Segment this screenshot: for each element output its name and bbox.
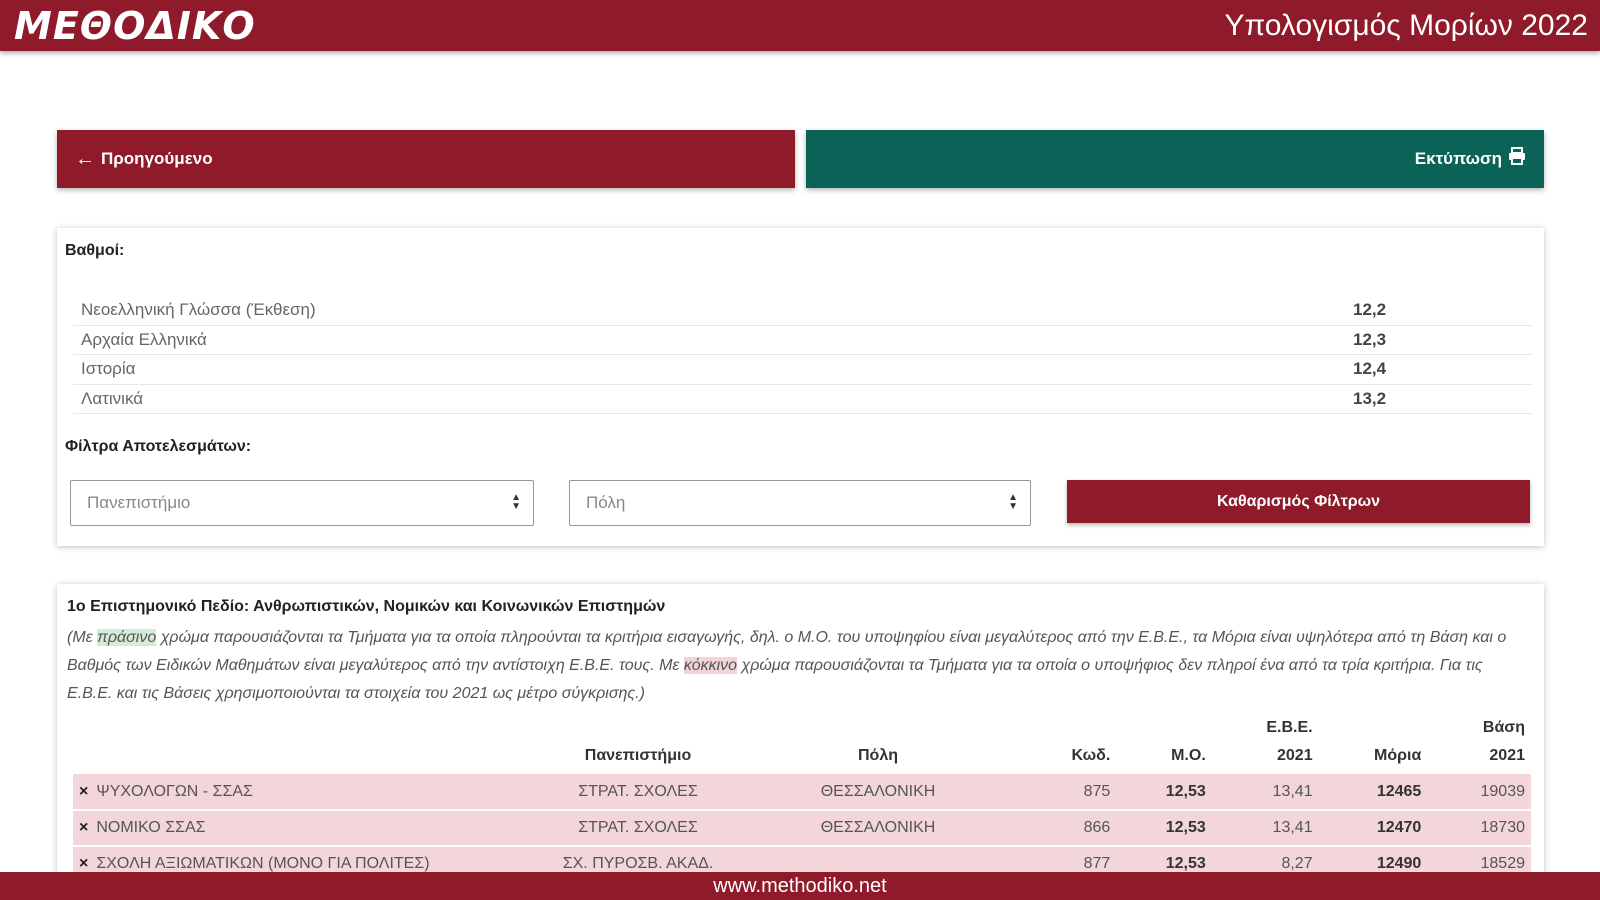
- legend-note: (Με πράσινο χρώμα παρουσιάζονται τα Τμήμ…: [67, 624, 1532, 708]
- grade-subject: Λατινικά: [81, 388, 144, 408]
- cell-ebe: 13,41: [1211, 810, 1319, 847]
- cell-base: 19039: [1427, 774, 1531, 811]
- field-title: 1ο Επιστημονικό Πεδίο: Ανθρωπιστικών, Νο…: [67, 598, 666, 615]
- cell-points: 12470: [1318, 810, 1428, 847]
- department-name: ΝΟΜΙΚΟ ΣΣΑΣ: [96, 819, 206, 836]
- cell-city: ΘΕΣΣΑΛΟΝΙΚΗ: [733, 810, 1023, 847]
- cell-code: 875: [1023, 774, 1117, 811]
- x-mark-icon: ×: [79, 782, 89, 800]
- cell-university: ΣΤΡΑΤ. ΣΧΟΛΕΣ: [543, 774, 733, 811]
- note-green-highlight: πράσινο: [97, 629, 157, 646]
- col-header-ebe[interactable]: Ε.Β.Ε. 2021: [1212, 714, 1319, 774]
- footer: www.methodiko.net: [0, 872, 1600, 900]
- col-header-base-year: 2021: [1489, 747, 1525, 764]
- department-name: ΨΥΧΟΛΟΓΩΝ - ΣΣΑΣ: [96, 782, 253, 800]
- printer-icon: [1508, 147, 1526, 171]
- grade-subject: Αρχαία Ελληνικά: [81, 329, 207, 349]
- grades-list: Νεοελληνική Γλώσσα (Έκθεση) 12,2 Αρχαία …: [73, 296, 1533, 414]
- col-header-ebe-year: 2021: [1277, 747, 1313, 764]
- grade-value: 12,2: [1353, 300, 1387, 320]
- grade-row: Λατινικά 13,2: [73, 385, 1533, 414]
- col-header-code[interactable]: Κωδ.: [1023, 714, 1116, 774]
- cell-avg: 12,53: [1116, 774, 1212, 811]
- cell-university: ΣΤΡΑΤ. ΣΧΟΛΕΣ: [543, 810, 733, 847]
- grade-subject: Νεοελληνική Γλώσσα (Έκθεση): [81, 300, 316, 320]
- filters-label: Φίλτρα Αποτελεσμάτων:: [65, 438, 252, 455]
- cell-name: × ΨΥΧΟΛΟΓΩΝ - ΣΣΑΣ: [73, 774, 543, 811]
- city-select-value: Πόλη: [586, 493, 626, 512]
- col-header-ebe-top: Ε.Β.Ε.: [1266, 719, 1313, 736]
- previous-button-label: Προηγούμενο: [101, 149, 213, 168]
- grades-card: Βαθμοί: Νεοελληνική Γλώσσα (Έκθεση) 12,2…: [57, 228, 1544, 546]
- grade-value: 12,4: [1353, 359, 1387, 379]
- university-select-value: Πανεπιστήμιο: [87, 493, 191, 512]
- city-select[interactable]: Πόλη ▲ ▼: [569, 480, 1031, 526]
- logo[interactable]: ΜΕΘΟΔΙΚΟ: [14, 4, 256, 48]
- col-header-base[interactable]: Βάση 2021: [1427, 714, 1531, 774]
- table-row[interactable]: × ΝΟΜΙΚΟ ΣΣΑΣ ΣΤΡΑΤ. ΣΧΟΛΕΣ ΘΕΣΣΑΛΟΝΙΚΗ 8…: [73, 810, 1531, 847]
- col-header-points[interactable]: Μόρια: [1319, 714, 1428, 774]
- col-header-avg[interactable]: Μ.Ο.: [1116, 714, 1211, 774]
- grades-label: Βαθμοί:: [65, 242, 125, 259]
- x-mark-icon: ×: [79, 855, 89, 872]
- cell-base: 18730: [1427, 810, 1531, 847]
- cell-code: 866: [1023, 810, 1117, 847]
- col-header-name: [73, 714, 543, 774]
- col-header-city[interactable]: Πόλη: [733, 714, 1023, 774]
- print-button-label: Εκτύπωση: [1414, 149, 1502, 168]
- cell-city: ΘΕΣΣΑΛΟΝΙΚΗ: [733, 774, 1023, 811]
- cell-name: × ΝΟΜΙΚΟ ΣΣΑΣ: [73, 810, 543, 847]
- grade-row: Νεοελληνική Γλώσσα (Έκθεση) 12,2: [73, 296, 1533, 326]
- grade-row: Ιστορία 12,4: [73, 355, 1533, 385]
- x-mark-icon: ×: [79, 819, 89, 836]
- footer-url[interactable]: www.methodiko.net: [713, 875, 886, 897]
- grade-value: 12,3: [1353, 329, 1387, 349]
- note-text: (Με: [67, 629, 98, 646]
- col-header-base-top: Βάση: [1482, 719, 1525, 736]
- top-bar: ΜΕΘΟΔΙΚΟ Υπολογισμός Μορίων 2022: [0, 0, 1600, 51]
- table-header: Πανεπιστήμιο Πόλη Κωδ. Μ.Ο. Ε.Β.Ε. 2021 Μ…: [73, 714, 1531, 774]
- clear-filters-button[interactable]: Καθαρισμός Φίλτρων: [1067, 480, 1530, 523]
- app-title: Υπολογισμός Μορίων 2022: [1224, 9, 1588, 42]
- print-button[interactable]: Εκτύπωση: [806, 130, 1544, 188]
- table-row[interactable]: × ΨΥΧΟΛΟΓΩΝ - ΣΣΑΣ ΣΤΡΑΤ. ΣΧΟΛΕΣ ΘΕΣΣΑΛΟΝ…: [73, 774, 1531, 811]
- university-select[interactable]: Πανεπιστήμιο ▲ ▼: [70, 480, 534, 526]
- sort-caret-icon: ▲ ▼: [1008, 492, 1018, 512]
- previous-button[interactable]: ← Προηγούμενο: [57, 130, 795, 188]
- grade-row: Αρχαία Ελληνικά 12,3: [73, 326, 1533, 355]
- cell-avg: 12,53: [1116, 810, 1212, 847]
- department-name: ΣΧΟΛΗ ΑΞΙΩΜΑΤΙΚΩΝ (ΜΟΝΟ ΓΙΑ ΠΟΛΙΤΕΣ): [96, 855, 430, 872]
- cell-ebe: 13,41: [1211, 774, 1319, 811]
- grade-subject: Ιστορία: [81, 359, 136, 379]
- results-card: 1ο Επιστημονικό Πεδίο: Ανθρωπιστικών, Νο…: [57, 584, 1544, 884]
- arrow-left-icon: ←: [75, 147, 95, 170]
- cell-points: 12465: [1318, 774, 1428, 811]
- col-header-university[interactable]: Πανεπιστήμιο: [543, 714, 733, 774]
- sort-caret-icon: ▲ ▼: [511, 492, 521, 512]
- grade-value: 13,2: [1353, 388, 1387, 408]
- note-red-highlight: κόκκινο: [683, 657, 738, 674]
- results-table: Πανεπιστήμιο Πόλη Κωδ. Μ.Ο. Ε.Β.Ε. 2021 Μ…: [73, 714, 1531, 883]
